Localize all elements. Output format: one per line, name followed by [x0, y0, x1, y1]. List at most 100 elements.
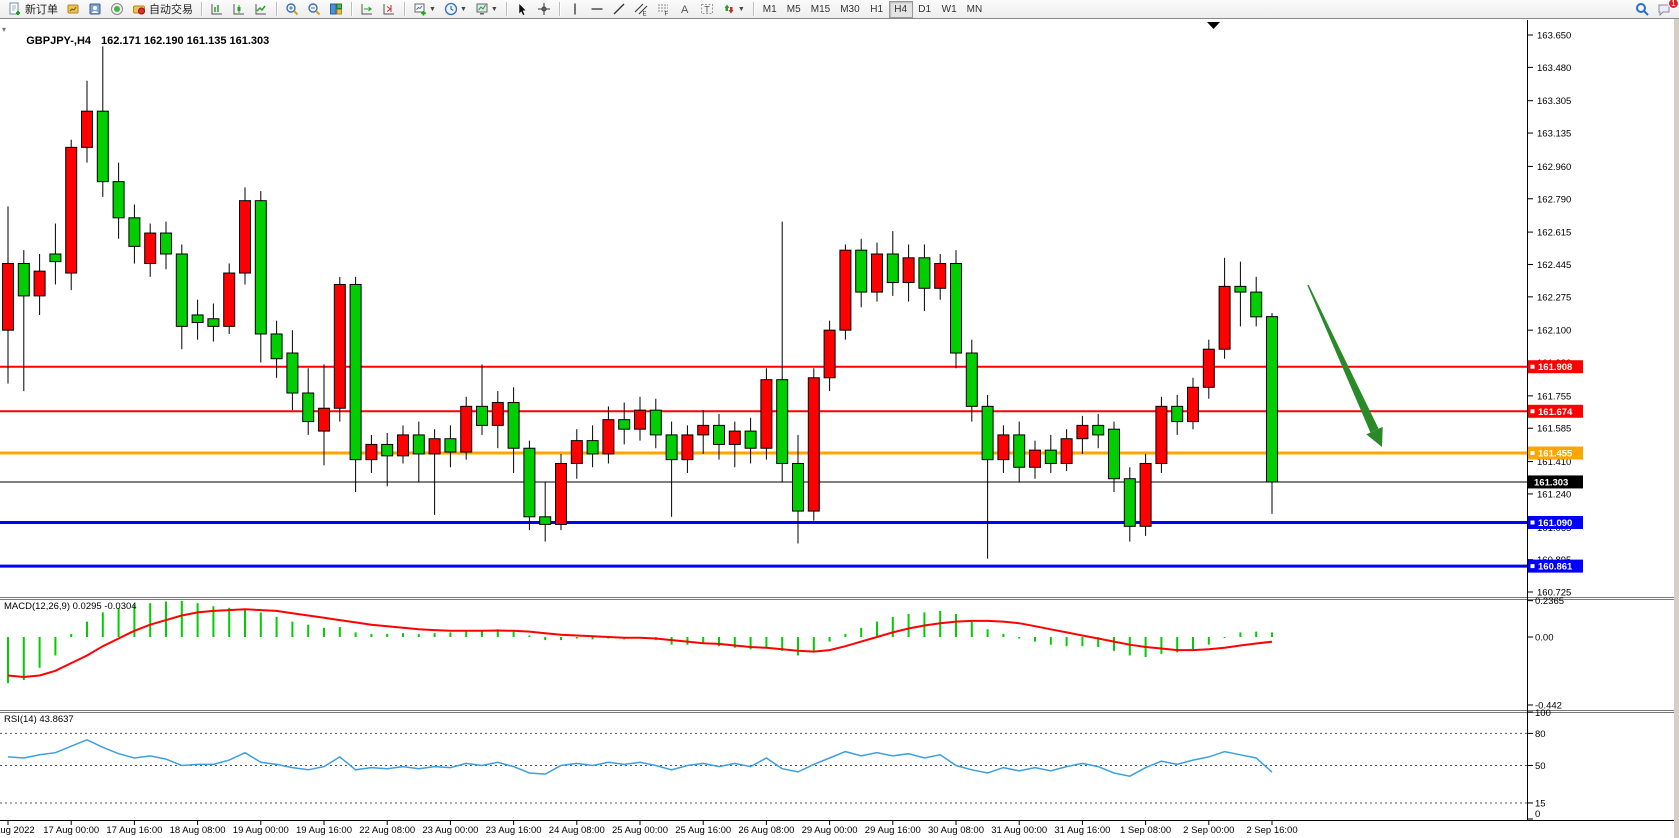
timeframe-h1[interactable]: H1 [865, 1, 889, 18]
macd-histogram-bar [260, 612, 262, 637]
hline-button[interactable] [586, 1, 608, 18]
time-tick-label: 23 Aug 00:00 [422, 825, 478, 836]
line-chart-button[interactable] [250, 1, 272, 18]
search-button[interactable] [1631, 1, 1653, 18]
title-expander-icon[interactable]: ▾ [2, 25, 6, 34]
market-watch-button[interactable] [62, 1, 84, 18]
chevron-down-icon: ▼ [738, 6, 745, 13]
candle-body [556, 463, 567, 524]
macd-histogram-bar [513, 632, 515, 637]
candle-body [350, 284, 361, 459]
candle-body [161, 233, 172, 254]
timeframe-d1[interactable]: D1 [913, 1, 937, 18]
candle-body [413, 435, 424, 454]
macd-histogram-bar [307, 625, 309, 637]
time-tick-label: 2 Sep 00:00 [1183, 825, 1234, 836]
text-button[interactable] [674, 1, 696, 18]
chart-canvas[interactable]: 163.650163.480163.305163.135162.960162.7… [0, 0, 1679, 838]
candle-body [793, 463, 804, 511]
time-tick-label: 19 Aug 16:00 [296, 825, 352, 836]
timeframe-h4[interactable]: H4 [889, 1, 913, 18]
auto-scroll-button[interactable] [356, 1, 378, 18]
chart-ohlc-values: 162.171 162.190 161.135 161.303 [101, 35, 269, 47]
candle-body [492, 403, 503, 426]
auto-trading-button-label: 自动交易 [149, 1, 193, 17]
macd-histogram-bar [323, 628, 325, 637]
tile-windows-button[interactable] [325, 1, 347, 18]
timeframe-m15[interactable]: M15 [806, 1, 835, 18]
price-tick-label: 162.445 [1537, 260, 1571, 271]
price-tick-label: 161.240 [1537, 489, 1571, 500]
toolbar-group: ▼ ▼ ▼ [409, 0, 502, 19]
fibonacci-button[interactable] [652, 1, 674, 18]
arrows-button[interactable]: ▼ [718, 1, 749, 18]
candle-body [461, 406, 472, 452]
macd-histogram-bar [149, 603, 151, 637]
strategy-tester-button[interactable] [106, 1, 128, 18]
macd-histogram-bar [39, 637, 41, 668]
periods-button[interactable]: ▼ [440, 1, 471, 18]
chat-button[interactable]: 1 [1653, 1, 1675, 18]
macd-histogram-bar [355, 632, 357, 637]
candle-body [1030, 450, 1041, 467]
toolbar-separator [201, 2, 202, 16]
rsi-tick-label: 50 [1535, 761, 1546, 772]
macd-tick-label: 0.00 [1535, 633, 1554, 644]
zoom-in-button[interactable] [281, 1, 303, 18]
template-button[interactable]: ▼ [471, 1, 502, 18]
template-icon [475, 2, 489, 16]
crosshair-button[interactable] [533, 1, 555, 18]
chevron-down-icon: ▼ [429, 6, 436, 13]
channel-button[interactable] [630, 1, 652, 18]
candle-body [524, 448, 535, 517]
candle-body [808, 378, 819, 511]
toolbar-separator [559, 2, 560, 16]
zoom-out-button[interactable] [303, 1, 325, 18]
chart-shift-button[interactable] [378, 1, 400, 18]
candle-body [97, 111, 108, 181]
price-tag-label: 161.455 [1538, 448, 1573, 459]
toolbar-separator [276, 2, 277, 16]
toolbar: 新订单 自动交易 ▼ ▼ ▼ ▼ M1M5M15M30H1H4D1W1MN 1 [0, 0, 1679, 19]
chevron-down-icon: ▼ [491, 6, 498, 13]
timeframe-m5[interactable]: M5 [782, 1, 806, 18]
candle-chart-button[interactable] [228, 1, 250, 18]
price-tag-label: 161.674 [1538, 407, 1573, 418]
candle-body [824, 330, 835, 378]
bar-chart-button[interactable] [206, 1, 228, 18]
vline-button[interactable] [564, 1, 586, 18]
candle-body [603, 420, 614, 454]
candle-body [1077, 425, 1088, 438]
timeframe-w1[interactable]: W1 [937, 1, 962, 18]
cursor-button[interactable] [511, 1, 533, 18]
time-tick-label: 1 Sep 08:00 [1120, 825, 1171, 836]
candle-body [666, 435, 677, 460]
price-tick-label: 161.755 [1537, 391, 1571, 402]
candle-body [729, 431, 740, 444]
price-tag-label: 161.908 [1538, 362, 1572, 373]
candle-body [66, 147, 77, 273]
candle-body [129, 218, 140, 247]
trendline-button[interactable] [608, 1, 630, 18]
text-label-button[interactable] [696, 1, 718, 18]
candle-body [935, 264, 946, 289]
macd-histogram-bar [228, 608, 230, 637]
new-chart-button[interactable]: ▼ [409, 1, 440, 18]
candle-chart-icon [232, 2, 246, 16]
candle-body [50, 254, 61, 262]
candle-body [1172, 406, 1183, 421]
tile-windows-icon [329, 2, 343, 16]
navigator-button[interactable] [84, 1, 106, 18]
time-tick-label: 29 Aug 00:00 [802, 825, 858, 836]
timeframe-mn[interactable]: MN [962, 1, 988, 18]
macd-histogram-bar [876, 622, 878, 637]
timeframe-m30[interactable]: M30 [835, 1, 864, 18]
time-tick-label: 30 Aug 08:00 [928, 825, 984, 836]
channel-icon [634, 2, 648, 16]
rsi-tick-label: 100 [1535, 708, 1551, 719]
new-order-button[interactable]: 新订单 [4, 1, 62, 18]
candle-body [1093, 425, 1104, 435]
auto-trading-button[interactable]: 自动交易 [128, 1, 197, 18]
hline-icon [590, 2, 604, 16]
timeframe-m1[interactable]: M1 [758, 1, 782, 18]
